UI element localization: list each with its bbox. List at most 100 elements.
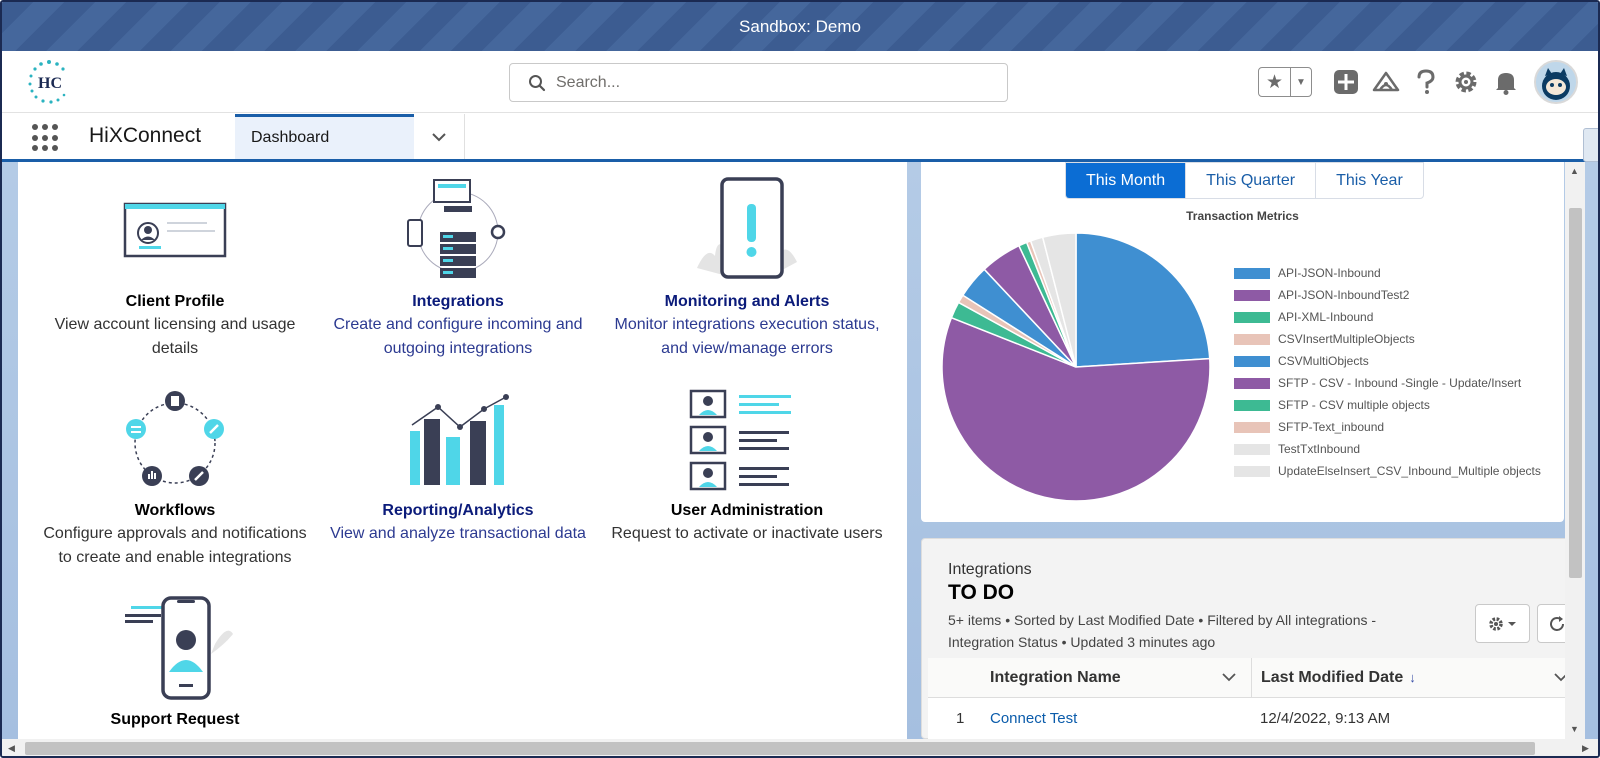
list-view-controls-button[interactable] bbox=[1475, 604, 1530, 643]
legend-label: SFTP - CSV - Inbound -Single - Update/In… bbox=[1278, 376, 1522, 390]
chevron-down-icon[interactable] bbox=[1222, 673, 1236, 682]
tile-client-profile[interactable]: Client Profile View account licensing an… bbox=[35, 176, 315, 361]
legend-label: CSVMultiObjects bbox=[1278, 354, 1369, 368]
integrations-table: Integration Name Last Modified Date ↓ 1 … bbox=[928, 658, 1580, 740]
legend-item[interactable]: API-XML-Inbound bbox=[1234, 306, 1541, 328]
gear-icon bbox=[1455, 71, 1477, 93]
legend-item[interactable]: UpdateElseInsert_CSV_Inbound_Multiple ob… bbox=[1234, 460, 1541, 482]
legend-label: API-XML-Inbound bbox=[1278, 310, 1374, 324]
navigation-tiles-panel: Client Profile View account licensing an… bbox=[18, 162, 907, 739]
user-admin-illustration bbox=[689, 389, 791, 491]
tile-title: Reporting/Analytics bbox=[382, 502, 534, 519]
hc-logo[interactable]: HC bbox=[26, 59, 72, 105]
column-header-last-modified-date[interactable]: Last Modified Date ↓ bbox=[1251, 658, 1580, 698]
user-avatar[interactable] bbox=[1534, 60, 1578, 104]
period-this-month-button[interactable]: This Month bbox=[1066, 163, 1187, 198]
tile-title: Monitoring and Alerts bbox=[664, 293, 830, 310]
tile-description: Monitor integrations execution status, an… bbox=[614, 316, 880, 357]
tile-description: Create and configure incoming and outgoin… bbox=[333, 316, 583, 357]
transaction-pie-chart bbox=[941, 232, 1211, 502]
reporting-illustration bbox=[410, 394, 509, 485]
integrations-illustration bbox=[407, 179, 506, 278]
legend-label: SFTP - CSV multiple objects bbox=[1278, 398, 1430, 412]
legend-swatch bbox=[1234, 289, 1270, 301]
legend-item[interactable]: SFTP-Text_inbound bbox=[1234, 416, 1541, 438]
nav-menu-dropdown[interactable] bbox=[414, 114, 465, 159]
legend-label: SFTP-Text_inbound bbox=[1278, 420, 1385, 434]
help-button[interactable] bbox=[1406, 62, 1446, 102]
help-icon bbox=[1417, 69, 1435, 94]
global-search[interactable] bbox=[509, 63, 1008, 102]
tab-dashboard-label: Dashboard bbox=[251, 129, 330, 146]
tab-dashboard[interactable]: Dashboard bbox=[235, 114, 414, 159]
row-number: 1 bbox=[956, 710, 965, 727]
tile-support-request[interactable]: Support Request bbox=[35, 594, 315, 729]
sandbox-banner: Sandbox: Demo bbox=[2, 2, 1598, 51]
scroll-left-arrow-icon[interactable]: ◀ bbox=[8, 743, 15, 754]
utility-panel-handle[interactable] bbox=[1583, 128, 1598, 162]
tile-description: Configure approvals and notifications to … bbox=[43, 525, 307, 566]
favorites-button[interactable]: ★ ▼ bbox=[1258, 67, 1312, 97]
favorites-dropdown-icon[interactable]: ▼ bbox=[1291, 68, 1311, 96]
plus-icon bbox=[1334, 70, 1358, 94]
scroll-down-arrow-icon[interactable]: ▼ bbox=[1570, 724, 1579, 734]
legend-item[interactable]: TestTxtInbound bbox=[1234, 438, 1541, 460]
legend-label: CSVInsertMultipleObjects bbox=[1278, 332, 1415, 346]
legend-item[interactable]: CSVInsertMultipleObjects bbox=[1234, 328, 1541, 350]
column-header-integration-name[interactable]: Integration Name bbox=[928, 658, 1251, 698]
astro-avatar-icon bbox=[1536, 62, 1576, 102]
setup-button[interactable] bbox=[1446, 62, 1486, 102]
scroll-up-arrow-icon[interactable]: ▲ bbox=[1570, 166, 1579, 176]
vertical-scroll-thumb[interactable] bbox=[1569, 208, 1582, 578]
transaction-metrics-card: This Month This Quarter This Year Transa… bbox=[921, 162, 1564, 522]
star-icon[interactable]: ★ bbox=[1259, 68, 1291, 96]
legend-item[interactable]: API-JSON-InboundTest2 bbox=[1234, 284, 1541, 306]
legend-item[interactable]: SFTP - CSV - Inbound -Single - Update/In… bbox=[1234, 372, 1541, 394]
gear-icon bbox=[1488, 616, 1516, 631]
list-object-label: Integrations bbox=[948, 561, 1032, 578]
app-name: HiXConnect bbox=[89, 124, 202, 147]
logo-text: HC bbox=[38, 75, 62, 92]
legend-swatch bbox=[1234, 311, 1270, 323]
tile-integrations[interactable]: Integrations Create and configure incomi… bbox=[318, 176, 598, 361]
tile-workflows[interactable]: Workflows Configure approvals and notifi… bbox=[35, 385, 315, 570]
list-view-meta: 5+ items • Sorted by Last Modified Date … bbox=[948, 612, 1377, 650]
horizontal-scroll-thumb[interactable] bbox=[25, 742, 1535, 755]
legend-swatch bbox=[1234, 333, 1270, 345]
integrations-list-view: Integrations TO DO 5+ items • Sorted by … bbox=[921, 538, 1580, 740]
chevron-down-icon bbox=[432, 132, 446, 141]
tile-reporting-analytics[interactable]: Reporting/Analytics View and analyze tra… bbox=[318, 385, 598, 546]
legend-label: API-JSON-Inbound bbox=[1278, 266, 1381, 280]
integration-name-link[interactable]: Connect Test bbox=[990, 710, 1077, 727]
legend-item[interactable]: CSVMultiObjects bbox=[1234, 350, 1541, 372]
scroll-right-arrow-icon[interactable]: ▶ bbox=[1582, 743, 1589, 754]
browser-frame: Sandbox: Demo HC ★ ▼ bbox=[0, 0, 1600, 758]
tile-monitoring-and-alerts[interactable]: Monitoring and Alerts Monitor integratio… bbox=[607, 176, 887, 361]
tile-user-administration[interactable]: User Administration Request to activate … bbox=[607, 385, 887, 546]
workflows-illustration bbox=[126, 391, 224, 486]
bell-icon bbox=[1496, 73, 1516, 95]
horizontal-scrollbar[interactable]: ◀ ▶ bbox=[2, 739, 1598, 756]
support-request-illustration bbox=[125, 596, 233, 700]
legend-label: UpdateElseInsert_CSV_Inbound_Multiple ob… bbox=[1278, 464, 1541, 478]
legend-swatch bbox=[1234, 421, 1270, 433]
legend-item[interactable]: SFTP - CSV multiple objects bbox=[1234, 394, 1541, 416]
legend-swatch bbox=[1234, 355, 1270, 367]
tile-description: View account licensing and usage details bbox=[54, 316, 296, 357]
vertical-scrollbar[interactable]: ▲ ▼ bbox=[1565, 162, 1585, 739]
global-actions-button[interactable] bbox=[1326, 62, 1366, 102]
last-modified-date-cell: 12/4/2022, 9:13 AM bbox=[1260, 710, 1391, 727]
legend-swatch bbox=[1234, 267, 1270, 279]
app-launcher-icon[interactable] bbox=[32, 124, 60, 152]
pie-slice[interactable] bbox=[1075, 232, 1211, 368]
search-input[interactable] bbox=[556, 73, 976, 92]
chart-legend: API-JSON-Inbound API-JSON-InboundTest2 API… bbox=[1234, 262, 1541, 482]
notifications-button[interactable] bbox=[1486, 62, 1526, 102]
period-this-quarter-button[interactable]: This Quarter bbox=[1186, 163, 1317, 198]
legend-item[interactable]: API-JSON-Inbound bbox=[1234, 262, 1541, 284]
sort-descending-icon: ↓ bbox=[1409, 670, 1416, 685]
client-profile-illustration bbox=[123, 202, 227, 258]
period-this-year-button[interactable]: This Year bbox=[1316, 163, 1423, 198]
legend-label: API-JSON-InboundTest2 bbox=[1278, 288, 1410, 302]
trailhead-button[interactable] bbox=[1366, 62, 1406, 102]
